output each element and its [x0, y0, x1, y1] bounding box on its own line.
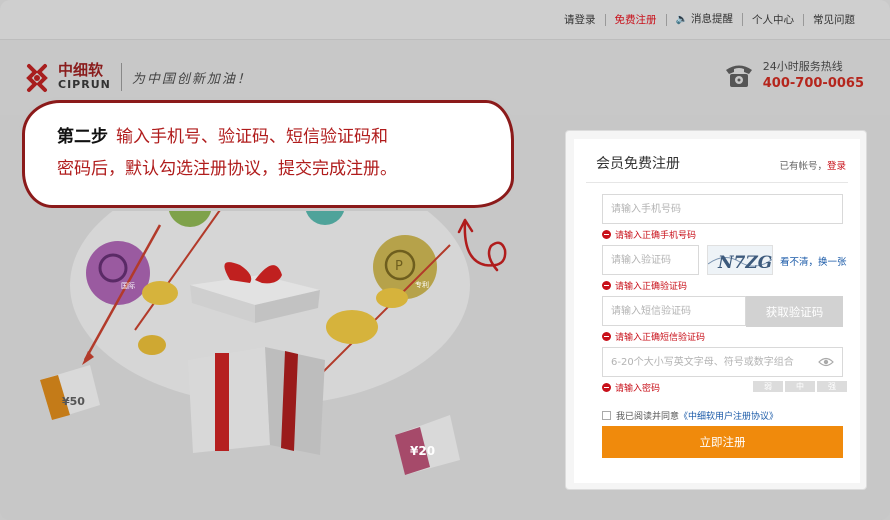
instruction-text-1: 输入手机号、验证码、短信验证码和: [116, 127, 388, 147]
password-error: 请输入密码: [602, 381, 660, 394]
hotline-label: 24小时服务热线: [762, 60, 843, 73]
phone-field[interactable]: [602, 194, 843, 224]
logo-cn: 中细软: [58, 61, 104, 79]
sms-error: 请输入正确短信验证码: [602, 330, 705, 343]
top-nav: 请登录 免费注册 🔈 消息提醒 个人中心 常见问题: [555, 13, 864, 26]
register-form: 会员免费注册 已有帐号，登录 请输入正确手机号码 N7ZG 看不清，换一张 请输…: [574, 139, 860, 483]
register-card: 会员免费注册 已有帐号，登录 请输入正确手机号码 N7ZG 看不清，换一张 请输…: [565, 130, 867, 490]
hotline: 24小时服务热线 400-700-0065: [723, 58, 864, 91]
submit-register-button[interactable]: 立即注册: [602, 426, 843, 458]
speaker-icon: 🔈: [675, 14, 688, 25]
logo-divider: [120, 63, 122, 91]
title-divider: [586, 182, 848, 183]
coin-icon: [376, 288, 408, 308]
error-icon: [602, 281, 611, 290]
have-account-text: 已有帐号，: [779, 161, 827, 172]
telephone-icon: [725, 65, 752, 87]
login-link-card[interactable]: 登录: [827, 161, 846, 172]
agreement: 我已阅读并同意 《中细软用户注册协议》: [602, 409, 778, 422]
hotline-text: 24小时服务热线 400-700-0065: [763, 58, 864, 91]
coin-icon: [326, 310, 378, 344]
logo[interactable]: 中细软 CIPRUN 为中国创新加油！: [20, 60, 252, 94]
patent-circle-label: 专利: [415, 280, 429, 289]
eye-icon[interactable]: [818, 356, 834, 368]
logo-text: 中细软 CIPRUN: [58, 62, 111, 92]
sms-code-field[interactable]: [602, 296, 746, 326]
error-icon: [602, 383, 611, 392]
login-link[interactable]: 请登录: [555, 13, 606, 26]
instruction-text-2: 密码后，默认勾选注册协议，提交完成注册。: [57, 159, 397, 179]
password-error-text: 请输入密码: [615, 384, 661, 394]
phone-error-text: 请输入正确手机号码: [615, 231, 697, 241]
messages-label: 消息提醒: [691, 13, 733, 25]
globe-circle-icon: [86, 241, 150, 305]
password-strength: 弱 中 强: [751, 381, 847, 392]
captcha-field[interactable]: [602, 245, 699, 275]
hotline-number: 400-700-0065: [762, 76, 864, 91]
ciprun-logo-icon: [26, 64, 48, 92]
agreement-link[interactable]: 《中细软用户注册协议》: [679, 409, 778, 422]
error-icon: [602, 230, 611, 239]
have-account: 已有帐号，登录: [779, 158, 846, 172]
svg-text:P: P: [395, 259, 403, 274]
get-sms-code-button[interactable]: 获取验证码: [746, 296, 843, 327]
strength-strong: 强: [817, 381, 847, 392]
messages-link[interactable]: 🔈 消息提醒: [667, 13, 743, 26]
agree-checkbox[interactable]: [602, 411, 611, 420]
globe-circle-label: 国际: [121, 281, 135, 290]
captcha-input[interactable]: [603, 246, 698, 274]
sms-error-text: 请输入正确短信验证码: [615, 333, 706, 343]
sms-code-input[interactable]: [603, 297, 745, 325]
password-input[interactable]: [603, 348, 842, 376]
agree-prefix: 我已阅读并同意: [616, 412, 680, 422]
phone-error: 请输入正确手机号码: [602, 228, 696, 241]
error-icon: [602, 332, 611, 341]
code-error: 请输入正确验证码: [602, 279, 687, 292]
phone-input[interactable]: [603, 195, 842, 223]
coin-icon: [138, 335, 166, 355]
strength-medium: 中: [785, 381, 815, 392]
logo-en: CIPRUN: [58, 78, 111, 91]
instruction-line-1: 第二步 输入手机号、验证码、短信验证码和: [57, 121, 491, 153]
captcha-text: N7ZG: [717, 253, 772, 273]
register-link[interactable]: 免费注册: [606, 13, 667, 26]
refresh-captcha-link[interactable]: 看不清，换一张: [780, 254, 847, 268]
password-field[interactable]: [602, 347, 843, 377]
step-label: 第二步: [57, 127, 108, 147]
code-error-text: 请输入正确验证码: [615, 282, 688, 292]
captcha-image-icon: N7ZG: [708, 253, 772, 273]
page-frame: 请登录 免费注册 🔈 消息提醒 个人中心 常见问题 中细软 CIPRUN 为中国创…: [0, 0, 890, 520]
profile-link[interactable]: 个人中心: [743, 13, 804, 26]
instruction-bubble: 第二步 输入手机号、验证码、短信验证码和 密码后，默认勾选注册协议，提交完成注册。: [22, 100, 514, 208]
strength-weak: 弱: [753, 381, 783, 392]
captcha-image[interactable]: N7ZG: [707, 245, 773, 275]
form-title: 会员免费注册: [596, 156, 680, 172]
coupon-50-label: ¥50: [62, 395, 85, 408]
faq-link[interactable]: 常见问题: [804, 14, 864, 26]
coin-icon: [142, 281, 178, 305]
curly-arrow-icon: [457, 218, 507, 272]
top-bar: 请登录 免费注册 🔈 消息提醒 个人中心 常见问题: [0, 0, 890, 40]
slogan: 为中国创新加油！: [131, 71, 252, 87]
coupon-20-label: ¥20: [410, 444, 435, 458]
